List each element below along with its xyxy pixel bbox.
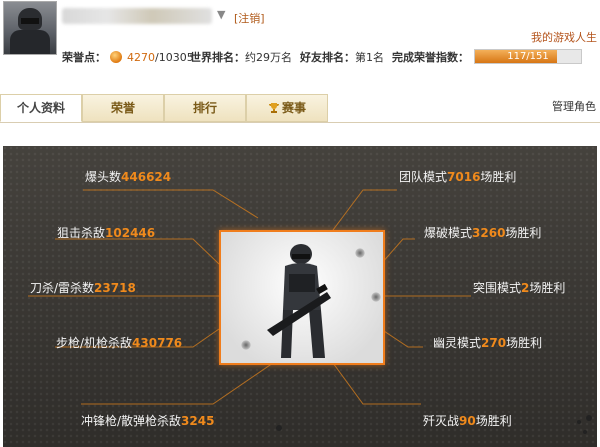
profile-header: ▼ [注销] 我的游戏人生 荣誉点： 4270/10305 世界排名：约29万名… xyxy=(0,0,600,92)
stat-ghost-mode-wins: 幽灵模式270场胜利 xyxy=(433,334,542,351)
stat-label: 爆头数 xyxy=(85,170,122,184)
stat-sniper-kills: 狙击杀敌102446 xyxy=(57,224,155,241)
world-rank-value: 约29万名 xyxy=(245,51,292,64)
stat-annihilation-wins: 歼灭战90场胜利 xyxy=(423,412,512,429)
avatar[interactable] xyxy=(3,1,57,55)
stat-value: 446624 xyxy=(121,170,172,184)
stat-suffix: 场胜利 xyxy=(475,414,512,428)
stat-headshots: 爆头数446624 xyxy=(85,168,171,185)
coin-icon xyxy=(109,51,122,63)
honor-total: /10305 xyxy=(155,51,194,64)
stat-smg-shotgun-kills: 冲锋枪/散弹枪杀敌3245 xyxy=(81,412,214,429)
stat-value: 430776 xyxy=(132,336,183,350)
chevron-down-icon[interactable]: ▼ xyxy=(217,8,225,21)
stat-label: 幽灵模式 xyxy=(433,336,482,350)
stat-label: 步枪/机枪杀敌 xyxy=(56,336,133,350)
logout-link[interactable]: [注销] xyxy=(234,10,265,26)
stat-knife-grenade-kills: 刀杀/雷杀数23718 xyxy=(30,279,136,296)
trophy-icon xyxy=(268,103,279,113)
tab-profile[interactable]: 个人资料 xyxy=(0,94,82,122)
stat-suffix: 场胜利 xyxy=(505,226,542,240)
friend-rank: 好友排名：第1名 xyxy=(300,49,384,65)
username-blurred xyxy=(62,8,212,24)
world-rank: 世界排名：约29万名 xyxy=(190,49,292,65)
friend-rank-label: 好友排名： xyxy=(300,51,355,64)
world-rank-label: 世界排名： xyxy=(190,51,245,64)
stat-team-mode-wins: 团队模式7016场胜利 xyxy=(399,168,516,185)
stat-demolition-wins: 爆破模式3260场胜利 xyxy=(424,224,541,241)
stat-label: 团队模式 xyxy=(399,170,448,184)
tab-events[interactable]: 赛事 xyxy=(246,94,328,122)
stat-value: 3260 xyxy=(472,226,506,240)
stat-suffix: 场胜利 xyxy=(506,336,543,350)
stat-rifle-mg-kills: 步枪/机枪杀敌430776 xyxy=(56,334,182,351)
complete-index: 完成荣誉指数： xyxy=(392,49,469,65)
stat-value: 7016 xyxy=(447,170,481,184)
stat-label: 刀杀/雷杀数 xyxy=(30,281,95,295)
stat-breakout-wins: 突围模式2场胜利 xyxy=(473,279,565,296)
friend-rank-value: 第1名 xyxy=(355,51,384,64)
stat-value: 23718 xyxy=(94,281,136,295)
tab-ranking[interactable]: 排行 xyxy=(164,94,246,122)
stat-label: 狙击杀敌 xyxy=(57,226,106,240)
manage-role-link[interactable]: 管理角色 xyxy=(552,98,596,114)
stat-label: 突围模式 xyxy=(473,281,522,295)
stat-label: 冲锋枪/散弹枪杀敌 xyxy=(81,414,182,428)
stat-value: 102446 xyxy=(105,226,156,240)
tab-label: 排行 xyxy=(192,101,217,115)
tab-label: 赛事 xyxy=(281,101,306,115)
soldier-figure xyxy=(267,244,331,358)
honor-current: 4270 xyxy=(127,51,155,64)
stat-label: 歼灭战 xyxy=(423,414,460,428)
stat-value: 270 xyxy=(481,336,507,350)
complete-label: 完成荣誉指数： xyxy=(392,51,469,64)
honor-label: 荣誉点： xyxy=(62,51,106,64)
progress-text: 117/151 xyxy=(507,51,549,62)
my-game-life-link[interactable]: 我的游戏人生 xyxy=(531,29,597,45)
stats-panel: 爆头数446624 狙击杀敌102446 刀杀/雷杀数23718 步枪/机枪杀敌… xyxy=(3,146,597,447)
tab-honor[interactable]: 荣誉 xyxy=(82,94,164,122)
honor-points: 荣誉点： 4270/10305 xyxy=(62,49,194,65)
stat-suffix: 场胜利 xyxy=(480,170,517,184)
stat-value: 3245 xyxy=(181,414,215,428)
stat-suffix: 场胜利 xyxy=(529,281,566,295)
tab-label: 荣誉 xyxy=(110,101,135,115)
stat-label: 爆破模式 xyxy=(424,226,473,240)
tab-bar: 个人资料 荣誉 排行 赛事 管理角色 xyxy=(0,94,600,123)
stat-value: 90 xyxy=(459,414,476,428)
tab-label: 个人资料 xyxy=(16,101,65,115)
honor-progress-bar: 117/151 xyxy=(474,49,582,64)
character-portrait xyxy=(219,230,385,365)
